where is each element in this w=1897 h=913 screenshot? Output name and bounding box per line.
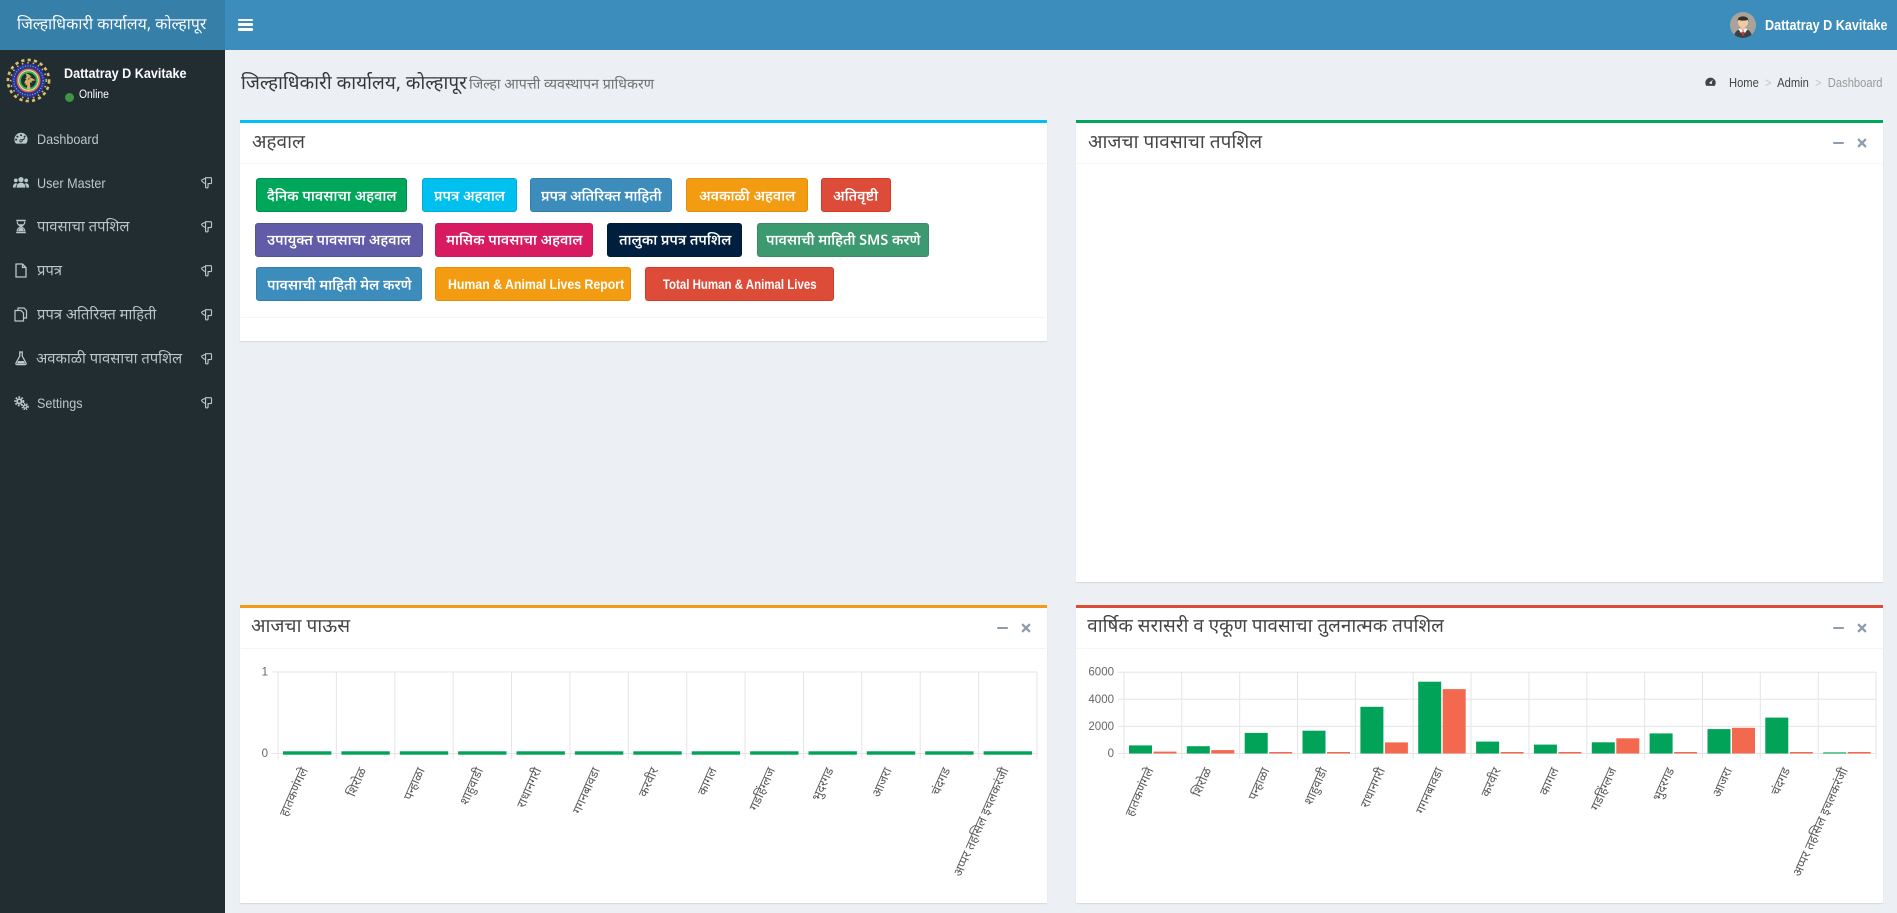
svg-text:2000: 2000	[1088, 721, 1114, 733]
svg-text:4000: 4000	[1088, 694, 1114, 706]
svg-text:6000: 6000	[1088, 667, 1114, 679]
svg-text:1: 1	[262, 667, 268, 679]
svg-text:0: 0	[1108, 748, 1114, 760]
svg-text:0: 0	[262, 748, 268, 760]
